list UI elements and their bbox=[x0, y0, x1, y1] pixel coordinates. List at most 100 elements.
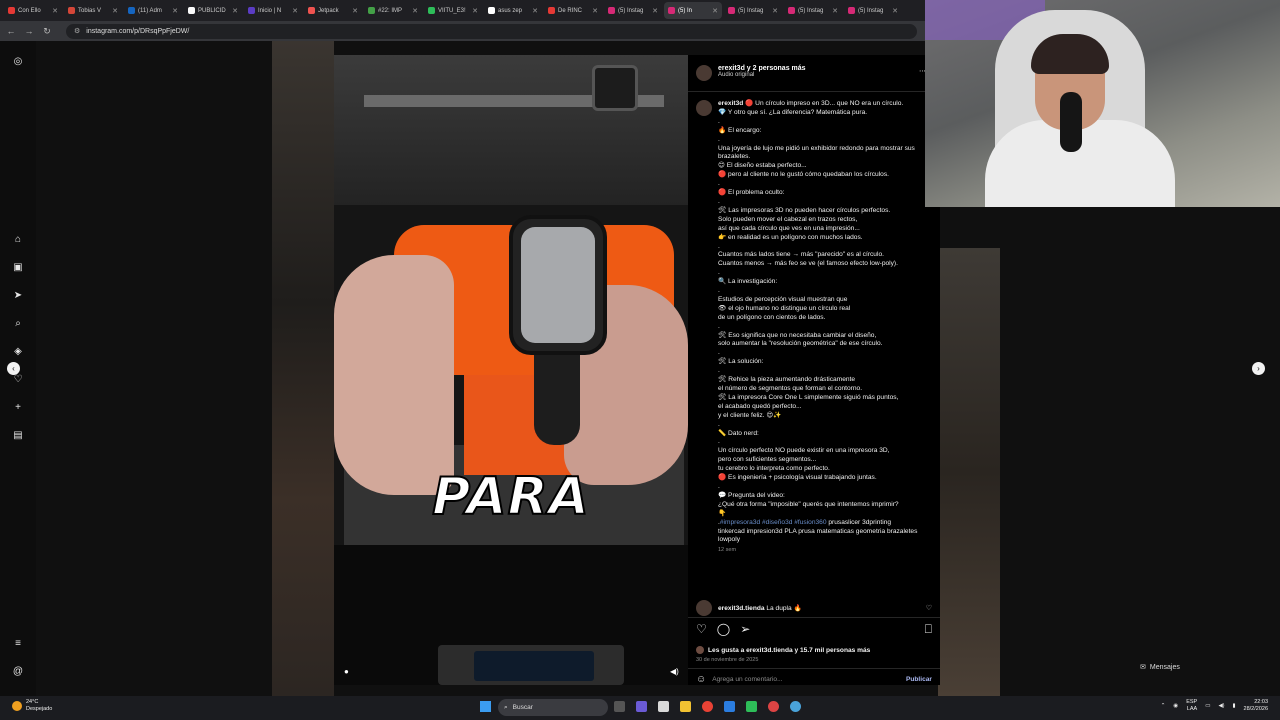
create-icon[interactable]: + bbox=[11, 401, 25, 415]
reel-video[interactable]: PARA bbox=[334, 55, 688, 685]
volume-icon[interactable]: ◀) bbox=[1218, 703, 1224, 709]
clock[interactable]: 22:03 28/2/2026 bbox=[1244, 699, 1268, 713]
messages-button[interactable]: ✉ Mensajes bbox=[1140, 663, 1180, 672]
post-date: 30 de noviembre de 2025 bbox=[696, 657, 759, 663]
close-tab-icon[interactable]: ✕ bbox=[472, 7, 478, 15]
user-tag-icon[interactable]: ● bbox=[344, 667, 349, 676]
chevron-right-icon: › bbox=[1257, 364, 1260, 373]
dashboard-icon[interactable]: ▤ bbox=[11, 429, 25, 443]
notepad-icon[interactable] bbox=[658, 701, 669, 712]
tab-label: (5) Instag bbox=[798, 7, 824, 14]
browser-tab[interactable]: #22: IMP ✕ bbox=[364, 2, 422, 19]
search-icon[interactable]: ⌕ bbox=[11, 317, 25, 331]
site-info-icon[interactable]: ⚙ bbox=[74, 27, 80, 35]
mute-icon[interactable]: ◀) bbox=[670, 667, 679, 676]
weather-widget[interactable]: 24°C Despejado bbox=[12, 699, 52, 713]
comment-user[interactable]: erexit3d.tienda bbox=[718, 605, 765, 612]
comment-icon[interactable]: ◯ bbox=[717, 622, 730, 637]
close-tab-icon[interactable]: ✕ bbox=[172, 7, 178, 15]
browser-tab[interactable]: Con Ello ✕ bbox=[4, 2, 62, 19]
windows-start-icon[interactable] bbox=[480, 701, 491, 712]
author-line[interactable]: erexit3d y 2 personas más bbox=[718, 65, 806, 72]
audio-label[interactable]: Audio original bbox=[718, 72, 806, 78]
close-tab-icon[interactable]: ✕ bbox=[232, 7, 238, 15]
close-tab-icon[interactable]: ✕ bbox=[532, 7, 538, 15]
input-language-layout[interactable]: LAA bbox=[1186, 706, 1197, 713]
browser-tab[interactable]: (5) Instag ✕ bbox=[844, 2, 902, 19]
like-icon[interactable]: ♡ bbox=[696, 622, 707, 637]
share-icon[interactable]: ➢ bbox=[740, 622, 750, 637]
copilot-icon[interactable] bbox=[636, 701, 647, 712]
divider bbox=[688, 91, 940, 92]
instagram-logo-icon[interactable]: ◎ bbox=[11, 55, 25, 69]
close-tab-icon[interactable]: ✕ bbox=[772, 7, 778, 15]
author-avatar[interactable] bbox=[696, 65, 712, 81]
caption-hashtags[interactable]: #impresora3d #diseño3d #fusion360 bbox=[720, 519, 827, 526]
back-icon[interactable]: ← bbox=[6, 26, 16, 36]
direct-icon[interactable]: ➤ bbox=[11, 289, 25, 303]
tab-label: PUBLICID bbox=[198, 7, 226, 14]
browser-tab[interactable]: (11) Adm ✕ bbox=[124, 2, 182, 19]
close-tab-icon[interactable]: ✕ bbox=[52, 7, 58, 15]
input-language[interactable]: ESP bbox=[1186, 699, 1197, 706]
browser-tab[interactable]: Inicio | N ✕ bbox=[244, 2, 302, 19]
app-icon[interactable] bbox=[768, 701, 779, 712]
browser-tab[interactable]: (5) Instag ✕ bbox=[724, 2, 782, 19]
browser-tab[interactable]: VIITU_E3! ✕ bbox=[424, 2, 482, 19]
edge-icon[interactable] bbox=[724, 701, 735, 712]
browser-tab[interactable]: (5) In ✕ bbox=[664, 2, 722, 19]
next-post-button[interactable]: › bbox=[1252, 362, 1265, 375]
browser-tab[interactable]: asus zep ✕ bbox=[484, 2, 542, 19]
close-tab-icon[interactable]: ✕ bbox=[112, 7, 118, 15]
reload-icon[interactable]: ↻ bbox=[42, 26, 52, 37]
prev-post-button[interactable]: ‹ bbox=[7, 362, 20, 375]
close-tab-icon[interactable]: ✕ bbox=[412, 7, 418, 15]
file-explorer-icon[interactable] bbox=[680, 701, 691, 712]
save-icon[interactable]: ⎕ bbox=[925, 622, 932, 637]
tab-label: (5) Instag bbox=[858, 7, 884, 14]
close-tab-icon[interactable]: ✕ bbox=[892, 7, 898, 15]
windows-taskbar: 24°C Despejado ⌕ Buscar ⌃ ◉ ESP LAA ▭ ◀) ▮… bbox=[0, 696, 1280, 720]
comment-like-icon[interactable]: ♡ bbox=[926, 604, 932, 612]
add-comment-input[interactable]: Agrega un comentario... bbox=[712, 676, 782, 683]
watch-screen bbox=[521, 227, 595, 343]
network-icon[interactable]: ▭ bbox=[1205, 703, 1210, 709]
chrome-icon[interactable] bbox=[702, 701, 713, 712]
spreadsheet-icon[interactable] bbox=[746, 701, 757, 712]
browser-tab[interactable]: PUBLICID ✕ bbox=[184, 2, 242, 19]
browser-tab[interactable]: Jetpack ✕ bbox=[304, 2, 362, 19]
battery-icon[interactable]: ▮ bbox=[1233, 703, 1236, 709]
comment-avatar[interactable] bbox=[696, 600, 712, 616]
close-tab-icon[interactable]: ✕ bbox=[352, 7, 358, 15]
caption-avatar[interactable] bbox=[696, 100, 712, 116]
reels-icon[interactable]: ▣ bbox=[11, 261, 25, 275]
browser-tab[interactable]: (5) Instag ✕ bbox=[784, 2, 842, 19]
task-view-icon[interactable] bbox=[614, 701, 625, 712]
menu-icon[interactable]: ≡ bbox=[11, 637, 25, 651]
emoji-icon[interactable]: ☺ bbox=[696, 674, 706, 685]
explore-icon[interactable]: ◈ bbox=[11, 345, 25, 359]
taskbar-search[interactable]: ⌕ Buscar bbox=[498, 699, 608, 716]
url-field[interactable]: ⚙ instagram.com/p/DRsqPpFjeDW/ bbox=[66, 23, 917, 39]
notifications-icon[interactable]: ♡ bbox=[11, 373, 25, 387]
caption-author[interactable]: erexit3d bbox=[718, 100, 743, 107]
browser-tab[interactable]: De RINC ✕ bbox=[544, 2, 602, 19]
caption-age: 12 sem bbox=[718, 547, 737, 554]
likes-text[interactable]: Les gusta a erexit3d.tienda y 15.7 mil p… bbox=[708, 647, 870, 654]
browser-tab[interactable]: (5) Instag ✕ bbox=[604, 2, 662, 19]
app-icon-2[interactable] bbox=[790, 701, 801, 712]
close-tab-icon[interactable]: ✕ bbox=[652, 7, 658, 15]
divider bbox=[688, 668, 940, 669]
forward-icon[interactable]: → bbox=[24, 26, 34, 36]
threads-icon[interactable]: @ bbox=[11, 665, 25, 679]
home-icon[interactable]: ⌂ bbox=[11, 233, 25, 247]
close-tab-icon[interactable]: ✕ bbox=[712, 7, 718, 15]
tray-app-icon[interactable]: ◉ bbox=[1173, 703, 1178, 709]
close-tab-icon[interactable]: ✕ bbox=[832, 7, 838, 15]
liker-avatar[interactable] bbox=[696, 646, 704, 654]
post-comment-button[interactable]: Publicar bbox=[906, 676, 932, 683]
tray-chevron-icon[interactable]: ⌃ bbox=[1161, 703, 1166, 709]
browser-tab[interactable]: Tobias V ✕ bbox=[64, 2, 122, 19]
close-tab-icon[interactable]: ✕ bbox=[592, 7, 598, 15]
close-tab-icon[interactable]: ✕ bbox=[292, 7, 298, 15]
